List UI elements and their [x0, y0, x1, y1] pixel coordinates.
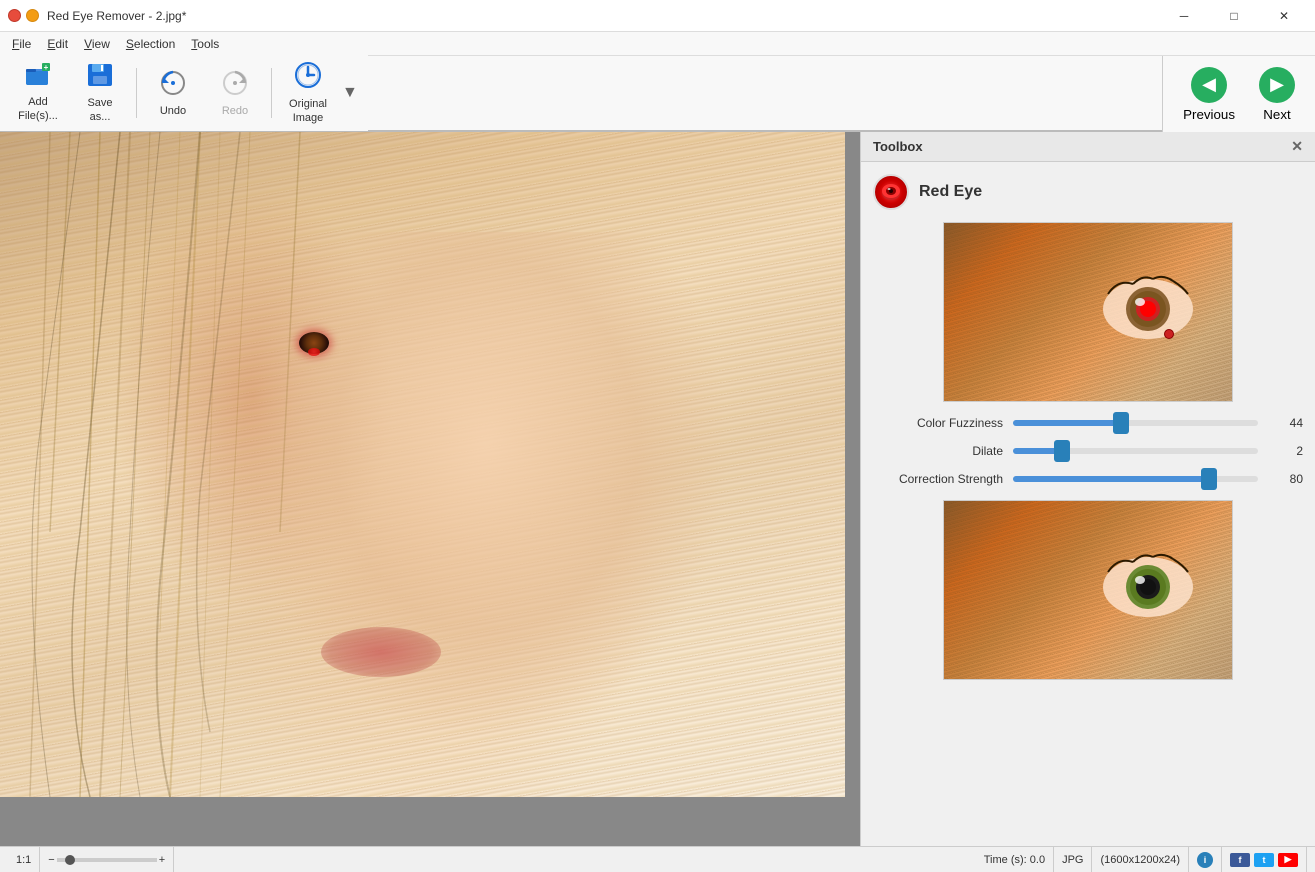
color-fuzziness-label: Color Fuzziness [873, 416, 1003, 430]
toolbar-expander[interactable]: ▼ [340, 82, 360, 104]
original-image-label: OriginalImage [289, 98, 327, 124]
eye-area [254, 318, 374, 368]
color-fuzziness-value: 44 [1268, 416, 1303, 430]
toolbox-title: Toolbox [873, 139, 923, 154]
dilate-row: Dilate 2 [873, 444, 1303, 458]
color-fuzziness-fill [1013, 420, 1121, 426]
redo-button[interactable]: Redo [205, 63, 265, 123]
zoom-thumb[interactable] [65, 855, 75, 865]
redo-icon [221, 70, 249, 103]
undo-label: Undo [160, 105, 186, 117]
previous-icon: ◀ [1191, 67, 1227, 103]
close-button-traffic[interactable] [8, 9, 21, 22]
toolbar: + AddFile(s)... Saveas... [0, 55, 368, 131]
zoom-minus-icon[interactable]: − [48, 854, 54, 866]
add-files-icon: + [24, 63, 52, 94]
next-icon: ▶ [1259, 67, 1295, 103]
menu-selection[interactable]: Selection [118, 35, 183, 53]
original-image-icon [294, 61, 322, 96]
time-value: 0.0 [1030, 854, 1045, 866]
menubar: File Edit View Selection Tools [0, 32, 1315, 56]
previous-button[interactable]: ◀ Previous [1171, 59, 1247, 130]
zoom-slider[interactable] [57, 858, 157, 862]
original-image-button[interactable]: OriginalImage [278, 63, 338, 123]
info-icon[interactable]: i [1197, 852, 1213, 868]
dilate-value: 2 [1268, 444, 1303, 458]
toolbox-content: Red Eye [861, 162, 1315, 846]
menu-file[interactable]: File [4, 35, 39, 53]
red-eye-title: Red Eye [919, 183, 982, 201]
correction-strength-slider[interactable] [1013, 476, 1258, 482]
minimize-button[interactable]: ─ [1161, 1, 1207, 31]
time-label: Time (s): [984, 854, 1027, 866]
toolbox-panel: Toolbox ✕ Red Eye [860, 132, 1315, 846]
info-section: i [1189, 847, 1222, 872]
dilate-label: Dilate [873, 444, 1003, 458]
svg-text:+: + [44, 63, 49, 72]
portrait-image [0, 132, 845, 797]
titlebar: Red Eye Remover - 2.jpg* ─ □ ✕ [0, 0, 1315, 32]
save-as-icon [86, 62, 114, 95]
undo-button[interactable]: Undo [143, 63, 203, 123]
toolbox-close-button[interactable]: ✕ [1291, 138, 1303, 155]
before-preview-container [873, 222, 1303, 402]
close-button[interactable]: ✕ [1261, 1, 1307, 31]
window-title: Red Eye Remover - 2.jpg* [47, 9, 1161, 23]
maximize-button[interactable]: □ [1211, 1, 1257, 31]
toolbar-sep-1 [136, 68, 137, 118]
color-fuzziness-slider[interactable] [1013, 420, 1258, 426]
menu-view[interactable]: View [76, 35, 118, 53]
zoom-controls: − + [40, 847, 174, 872]
correction-strength-thumb[interactable] [1201, 468, 1217, 490]
time-status: Time (s): 0.0 [976, 847, 1054, 872]
window-controls: ─ □ ✕ [1161, 1, 1307, 31]
format-status: JPG [1054, 847, 1092, 872]
redo-label: Redo [222, 105, 248, 117]
correction-strength-label: Correction Strength [873, 472, 1003, 486]
sliders-section: Color Fuzziness 44 Dilate 2 [873, 416, 1303, 486]
zoom-value: 1:1 [16, 854, 31, 866]
format-value: JPG [1062, 854, 1083, 866]
red-eye-tool-icon [873, 174, 909, 210]
next-label: Next [1263, 107, 1290, 122]
youtube-icon[interactable]: ▶ [1278, 853, 1298, 867]
next-button[interactable]: ▶ Next [1247, 59, 1307, 130]
toolbox-header: Toolbox ✕ [861, 132, 1315, 162]
menu-edit[interactable]: Edit [39, 35, 76, 53]
eye-pupil [299, 332, 329, 354]
add-files-button[interactable]: + AddFile(s)... [8, 63, 68, 123]
social-icons: f t ▶ [1222, 847, 1307, 872]
menu-tools[interactable]: Tools [183, 35, 227, 53]
before-preview-image [943, 222, 1233, 402]
twitter-icon[interactable]: t [1254, 853, 1274, 867]
toolbar-sep-2 [271, 68, 272, 118]
dimensions-value: (1600x1200x24) [1100, 854, 1180, 866]
previous-label: Previous [1183, 107, 1235, 122]
red-eye-header: Red Eye [873, 174, 1303, 210]
red-eye-indicator [308, 348, 320, 356]
statusbar: 1:1 − + Time (s): 0.0 JPG (1600x1200x24)… [0, 846, 1315, 872]
traffic-lights [8, 9, 39, 22]
facebook-icon[interactable]: f [1230, 853, 1250, 867]
canvas-area[interactable] [0, 132, 860, 846]
color-fuzziness-row: Color Fuzziness 44 [873, 416, 1303, 430]
after-preview-container [873, 500, 1303, 680]
dilate-slider[interactable] [1013, 448, 1258, 454]
save-as-label: Saveas... [87, 97, 112, 123]
color-fuzziness-thumb[interactable] [1113, 412, 1129, 434]
minimize-button-traffic[interactable] [26, 9, 39, 22]
zoom-plus-icon[interactable]: + [159, 854, 165, 866]
dilate-thumb[interactable] [1054, 440, 1070, 462]
correction-strength-value: 80 [1268, 472, 1303, 486]
save-as-button[interactable]: Saveas... [70, 63, 130, 123]
dimensions-status: (1600x1200x24) [1092, 847, 1189, 872]
after-preview-image [943, 500, 1233, 680]
add-files-label: AddFile(s)... [18, 96, 58, 122]
undo-icon [159, 70, 187, 103]
correction-strength-fill [1013, 476, 1209, 482]
zoom-label: 1:1 [8, 847, 40, 872]
correction-strength-row: Correction Strength 80 [873, 472, 1303, 486]
main-area: Toolbox ✕ Red Eye [0, 132, 1315, 846]
